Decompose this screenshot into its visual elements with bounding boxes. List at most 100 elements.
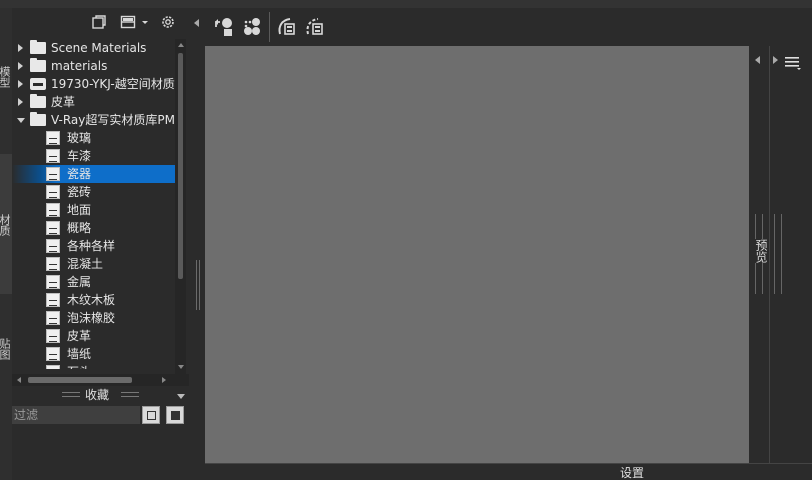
filter-input[interactable]: 过滤 — [12, 406, 140, 424]
tree-item-label: V-Ray超写实材质库PM — [51, 113, 175, 127]
folder-icon — [30, 58, 46, 72]
tree-child-label: 墙纸 — [67, 347, 92, 361]
collapse-left-arrow-icon[interactable] — [194, 19, 199, 27]
material-icon — [46, 329, 60, 343]
material-editor-canvas[interactable] — [205, 46, 749, 463]
tab-textures[interactable]: 贴图 — [0, 298, 12, 480]
material-editor-toolbar — [205, 8, 812, 46]
material-icon — [46, 131, 60, 145]
tree-child-label: 瓷砖 — [67, 185, 92, 199]
tree-child-label: 车漆 — [67, 149, 92, 163]
tree-item-label: 19730-YKJ-越空间材质 — [51, 77, 175, 91]
expand-arrow-icon[interactable] — [18, 80, 23, 88]
scroll-up-arrow-icon[interactable] — [178, 43, 184, 47]
tree-child-item[interactable]: 车漆 — [12, 147, 175, 165]
folder-icon — [30, 112, 46, 126]
folder-icon — [30, 94, 46, 108]
material-icon — [46, 347, 60, 361]
tab-models-label: 模型 — [0, 66, 11, 88]
tree-item-leather-folder[interactable]: 皮革 — [12, 93, 175, 111]
dock-grip[interactable] — [774, 214, 782, 294]
tree-child-label: 概略 — [67, 221, 92, 235]
tree-child-item[interactable]: 混凝土 — [12, 255, 175, 273]
panel-splitter[interactable] — [189, 8, 205, 480]
tree-child-label: 地面 — [67, 203, 92, 217]
collapse-left-arrow-icon[interactable] — [755, 56, 760, 64]
material-icon — [46, 293, 60, 307]
tree-item-scene-materials[interactable]: Scene Materials — [12, 39, 175, 57]
expand-arrow-icon[interactable] — [18, 62, 23, 70]
collapse-arrow-icon[interactable] — [177, 394, 185, 399]
tree-child-label: 木纹木板 — [67, 293, 116, 307]
favorites-title: 收藏 — [85, 388, 110, 402]
tree-child-item[interactable]: 地面 — [12, 201, 175, 219]
tree-item-label: Scene Materials — [51, 41, 147, 55]
scroll-left-arrow-icon[interactable] — [17, 377, 21, 383]
tree-child-item[interactable]: 泡沫橡胶 — [12, 309, 175, 327]
tree-item-ykj-library[interactable]: 19730-YKJ-越空间材质 — [12, 75, 175, 93]
tab-materials[interactable]: 材质 — [0, 154, 12, 294]
scrollbar-thumb[interactable] — [28, 377, 132, 383]
tree-child-item[interactable]: 金属 — [12, 273, 175, 291]
tree-child-item[interactable]: 皮革 — [12, 327, 175, 345]
preview-tab-label[interactable]: 预览 — [753, 239, 770, 263]
filter-toggle-button[interactable] — [166, 406, 184, 424]
asset-toolbar — [12, 8, 189, 36]
material-icon — [46, 203, 60, 217]
material-icon — [46, 311, 60, 325]
tree-child-label: 瓷器 — [67, 167, 92, 181]
filter-option-button[interactable] — [142, 406, 160, 424]
import-material-icon[interactable] — [213, 16, 235, 38]
expand-arrow-icon[interactable] — [18, 44, 23, 52]
render-preview-icon[interactable] — [241, 16, 263, 38]
material-icon — [46, 185, 60, 199]
settings-gear-icon[interactable] — [160, 14, 176, 30]
tree-child-item[interactable]: 概略 — [12, 219, 175, 237]
tree-item-materials[interactable]: materials — [12, 57, 175, 75]
material-icon — [46, 257, 60, 271]
tree-child-label: 石头 — [67, 363, 91, 369]
material-tree: Scene Materials materials 19730-YKJ-越空间材… — [12, 39, 175, 369]
add-material-icon[interactable] — [276, 16, 298, 38]
tree-child-item[interactable]: 石头 — [12, 363, 175, 369]
tree-child-item[interactable]: 木纹木板 — [12, 291, 175, 309]
tree-vertical-scrollbar[interactable] — [175, 39, 186, 374]
tree-horizontal-scrollbar[interactable] — [12, 374, 189, 386]
favorites-header[interactable]: 收藏 — [12, 388, 189, 404]
scroll-down-arrow-icon[interactable] — [178, 365, 184, 369]
expand-arrow-icon[interactable] — [18, 98, 23, 106]
tree-item-vray-library[interactable]: V-Ray超写实材质库PM — [12, 111, 175, 129]
tree-child-label: 金属 — [67, 275, 92, 289]
new-folder-icon[interactable] — [91, 14, 107, 30]
layout-icon[interactable] — [120, 14, 136, 30]
tree-child-label: 混凝土 — [67, 257, 104, 271]
material-icon — [46, 221, 60, 235]
tree-child-item[interactable]: 墙纸 — [12, 345, 175, 363]
settings-bar[interactable]: 设置 — [205, 463, 812, 480]
toolbar-separator — [269, 12, 270, 42]
tree-child-item[interactable]: 瓷砖 — [12, 183, 175, 201]
preview-dock-column: 预览 — [749, 46, 770, 463]
tree-item-label: materials — [51, 59, 108, 73]
material-icon — [46, 239, 60, 253]
asset-browser-panel: Scene Materials materials 19730-YKJ-越空间材… — [12, 8, 189, 480]
collapse-arrow-icon[interactable] — [17, 118, 25, 123]
square-icon — [171, 411, 180, 420]
tree-child-item[interactable]: 各种各样 — [12, 237, 175, 255]
scrollbar-thumb[interactable] — [178, 53, 183, 279]
splitter-grip[interactable] — [196, 260, 200, 310]
dropdown-arrow-icon[interactable] — [141, 14, 149, 30]
tab-models[interactable]: 模型 — [0, 8, 12, 150]
scroll-right-arrow-icon[interactable] — [162, 377, 166, 383]
collapse-right-arrow-icon[interactable] — [773, 56, 778, 64]
tree-child-item[interactable]: 玻璃 — [12, 129, 175, 147]
folder-icon — [30, 40, 46, 54]
library-icon — [30, 78, 46, 90]
list-menu-icon[interactable] — [785, 56, 801, 70]
delete-material-icon[interactable] — [304, 16, 326, 38]
tab-textures-label: 贴图 — [0, 338, 11, 360]
tree-child-item-selected[interactable]: 瓷器 — [12, 165, 175, 183]
window-top-strip — [0, 0, 812, 8]
material-icon — [46, 167, 60, 181]
tab-materials-label: 材质 — [0, 214, 11, 236]
